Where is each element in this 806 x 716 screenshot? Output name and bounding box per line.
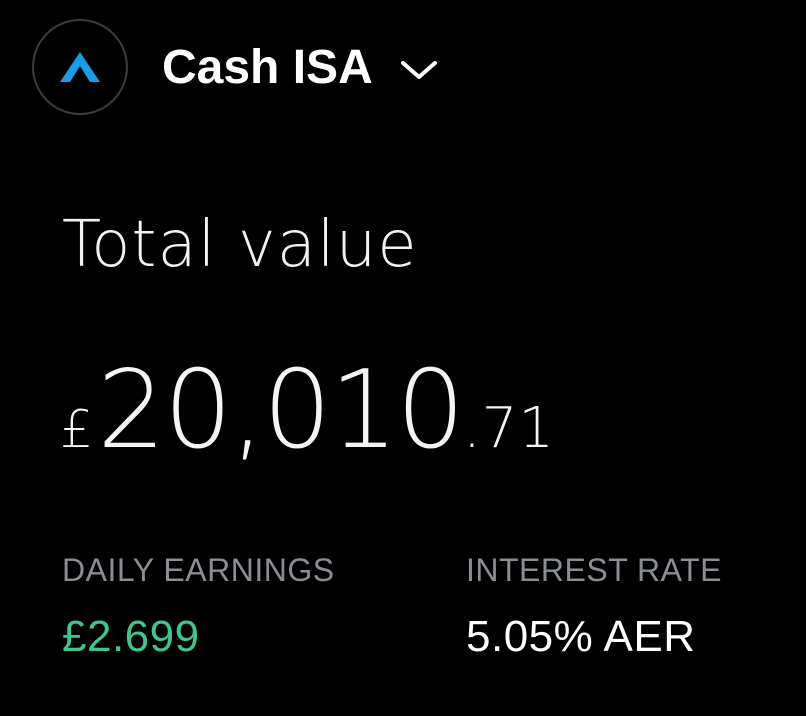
total-value-label: Total value <box>62 208 418 282</box>
caret-up-logo-icon <box>60 52 100 82</box>
currency-symbol: £ <box>60 400 94 460</box>
account-title: Cash ISA <box>162 40 373 94</box>
cash-isa-screen: Cash ISA Total value £ 20,010 .71 DAILY … <box>0 0 806 716</box>
interest-rate-value: 5.05% AER <box>466 612 696 661</box>
interest-rate-label: INTEREST RATE <box>466 552 723 588</box>
account-selector[interactable]: Cash ISA <box>128 40 439 95</box>
account-header: Cash ISA <box>32 17 439 117</box>
daily-earnings-value: £2.699 <box>62 612 200 661</box>
daily-earnings-label: DAILY EARNINGS <box>62 552 335 588</box>
app-logo-button[interactable] <box>32 19 128 115</box>
total-value-fraction: .71 <box>463 396 556 461</box>
total-value-amount: £ 20,010 .71 <box>60 348 555 473</box>
total-value-whole: 20,010 <box>97 348 465 473</box>
chevron-down-icon <box>399 58 439 82</box>
